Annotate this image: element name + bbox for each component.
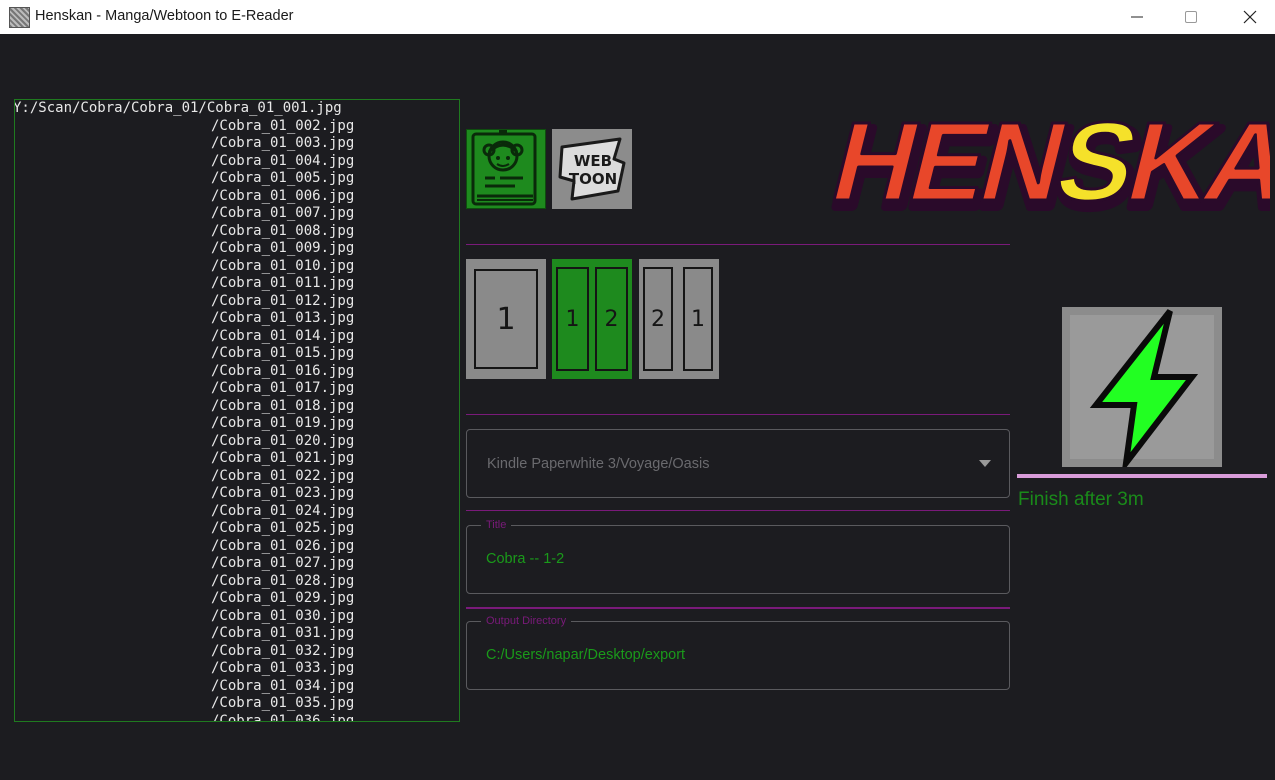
page-icon: 2	[595, 267, 628, 371]
page-icon: 1	[474, 269, 538, 369]
file-list-item[interactable]: /Cobra_01_019.jpg	[15, 415, 459, 433]
title-field-label: Title	[481, 518, 512, 532]
title-field[interactable]: Title	[466, 518, 1010, 594]
single-page-layout-button[interactable]: 1	[466, 259, 546, 379]
file-list-item[interactable]: /Cobra_01_010.jpg	[15, 258, 459, 276]
file-list-item[interactable]: /Cobra_01_008.jpg	[15, 223, 459, 241]
webtoon-icon: WEB TOON	[558, 137, 626, 201]
status-text: Finish after 3m	[1018, 489, 1144, 510]
file-list[interactable]: Y:/Scan/Cobra/Cobra_01/Cobra_01_001.jpg …	[14, 99, 460, 722]
lightning-icon	[1070, 309, 1214, 474]
rtl-page-layout-button[interactable]: 2 1	[639, 259, 719, 379]
progress-bar	[1017, 474, 1267, 478]
file-list-item[interactable]: /Cobra_01_024.jpg	[15, 503, 459, 521]
divider	[466, 510, 1010, 511]
file-list-item[interactable]: /Cobra_01_036.jpg	[15, 713, 459, 722]
maximize-button[interactable]	[1168, 0, 1214, 34]
webtoon-logo-text-1: WEB	[574, 152, 612, 170]
file-list-item[interactable]: /Cobra_01_023.jpg	[15, 485, 459, 503]
output-directory-label: Output Directory	[481, 614, 572, 628]
double-page-layout-button[interactable]: 1 2	[552, 259, 632, 379]
app-icon	[9, 7, 30, 28]
page-icon: 1	[556, 267, 589, 371]
henskan-logo: HENSKAN HENSKAN	[818, 98, 1270, 236]
file-list-item[interactable]: /Cobra_01_003.jpg	[15, 135, 459, 153]
file-list-item[interactable]: /Cobra_01_033.jpg	[15, 660, 459, 678]
file-list-item[interactable]: /Cobra_01_029.jpg	[15, 590, 459, 608]
file-list-item[interactable]: /Cobra_01_020.jpg	[15, 433, 459, 451]
minimize-button[interactable]	[1114, 0, 1160, 34]
file-list-item[interactable]: /Cobra_01_026.jpg	[15, 538, 459, 556]
file-list-item[interactable]: /Cobra_01_016.jpg	[15, 363, 459, 381]
device-select[interactable]: Kindle Paperwhite 3/Voyage/Oasis	[466, 429, 1010, 498]
file-list-item[interactable]: /Cobra_01_005.jpg	[15, 170, 459, 188]
title-input[interactable]	[486, 551, 986, 567]
file-list-item[interactable]: /Cobra_01_035.jpg	[15, 695, 459, 713]
file-list-item[interactable]: /Cobra_01_011.jpg	[15, 275, 459, 293]
divider	[466, 414, 1010, 415]
file-list-item[interactable]: /Cobra_01_022.jpg	[15, 468, 459, 486]
output-directory-input[interactable]	[486, 647, 986, 663]
file-list-item[interactable]: /Cobra_01_021.jpg	[15, 450, 459, 468]
file-list-item[interactable]: /Cobra_01_017.jpg	[15, 380, 459, 398]
divider	[466, 607, 1010, 609]
file-list-item[interactable]: /Cobra_01_014.jpg	[15, 328, 459, 346]
webtoon-logo-text-2: TOON	[569, 170, 617, 188]
file-list-item[interactable]: /Cobra_01_027.jpg	[15, 555, 459, 573]
file-list-item[interactable]: /Cobra_01_031.jpg	[15, 625, 459, 643]
file-list-item[interactable]: Y:/Scan/Cobra/Cobra_01/Cobra_01_001.jpg	[15, 100, 459, 118]
device-select-value: Kindle Paperwhite 3/Voyage/Oasis	[487, 456, 710, 472]
file-list-item[interactable]: /Cobra_01_025.jpg	[15, 520, 459, 538]
file-list-item[interactable]: /Cobra_01_028.jpg	[15, 573, 459, 591]
file-list-item[interactable]: /Cobra_01_006.jpg	[15, 188, 459, 206]
output-directory-field[interactable]: Output Directory	[466, 614, 1010, 690]
file-list-item[interactable]: /Cobra_01_030.jpg	[15, 608, 459, 626]
convert-button[interactable]	[1062, 307, 1222, 474]
maximize-icon	[1185, 11, 1197, 23]
file-list-item[interactable]: /Cobra_01_007.jpg	[15, 205, 459, 223]
file-list-item[interactable]: /Cobra_01_018.jpg	[15, 398, 459, 416]
file-list-item[interactable]: /Cobra_01_012.jpg	[15, 293, 459, 311]
svg-text:HENSKAN: HENSKAN	[820, 100, 1270, 225]
webtoon-mode-button[interactable]: WEB TOON	[552, 129, 632, 209]
manga-book-icon	[471, 130, 537, 206]
close-icon	[1243, 10, 1257, 24]
minimize-icon	[1131, 16, 1143, 18]
file-list-item[interactable]: /Cobra_01_015.jpg	[15, 345, 459, 363]
page-icon: 2	[643, 267, 673, 371]
window-titlebar: Henskan - Manga/Webtoon to E-Reader	[0, 0, 1275, 34]
divider	[466, 244, 1010, 245]
file-list-item[interactable]: /Cobra_01_009.jpg	[15, 240, 459, 258]
file-list-item[interactable]: /Cobra_01_032.jpg	[15, 643, 459, 661]
file-list-item[interactable]: /Cobra_01_002.jpg	[15, 118, 459, 136]
window-title: Henskan - Manga/Webtoon to E-Reader	[35, 8, 294, 24]
file-list-item[interactable]: /Cobra_01_034.jpg	[15, 678, 459, 696]
file-list-item[interactable]: /Cobra_01_013.jpg	[15, 310, 459, 328]
dropdown-arrow-icon	[979, 460, 991, 467]
page-icon: 1	[683, 267, 713, 371]
close-button[interactable]	[1227, 0, 1273, 34]
file-list-item[interactable]: /Cobra_01_004.jpg	[15, 153, 459, 171]
manga-mode-button[interactable]	[466, 129, 546, 209]
